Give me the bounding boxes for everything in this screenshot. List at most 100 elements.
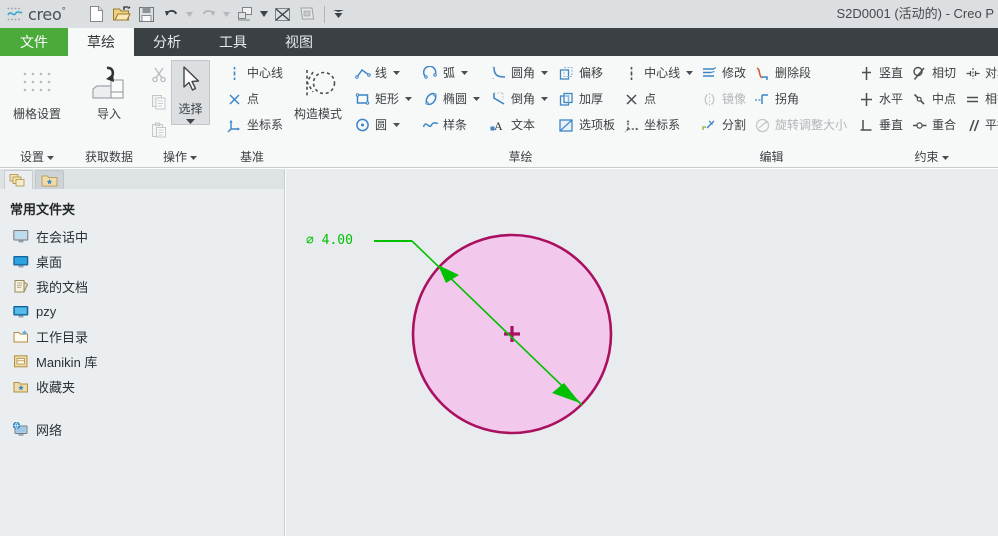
line-button[interactable]: 线	[350, 60, 418, 86]
customize-qat-icon[interactable]	[330, 3, 346, 25]
rectangle-dropdown-icon[interactable]	[403, 97, 414, 101]
nav-item-in-session[interactable]: 在会话中	[0, 224, 284, 249]
ellipse-dropdown-icon[interactable]	[471, 97, 482, 101]
symmetric-constraint-button[interactable]: 对称	[960, 60, 998, 86]
ribbon-group-settings-label[interactable]: 设置	[0, 150, 74, 167]
perpendicular-constraint-button[interactable]: 垂直	[854, 112, 907, 138]
sketch-point-button[interactable]: 点	[619, 86, 699, 112]
datum-column: 中心线 点 坐标系	[222, 60, 287, 138]
close-window-icon[interactable]	[270, 2, 294, 26]
tangent-constraint-label: 相切	[932, 65, 957, 80]
sketch-centerline-label: 中心线	[644, 65, 681, 80]
tab-sketch[interactable]: 草绘	[68, 28, 134, 56]
undo-icon[interactable]	[159, 2, 183, 26]
arc-button[interactable]: 弧	[418, 60, 486, 86]
palette-button[interactable]: 选项板	[554, 112, 619, 138]
copy-button[interactable]	[148, 88, 169, 116]
open-file-icon[interactable]	[109, 2, 133, 26]
nav-item-desktop[interactable]: 桌面	[0, 249, 284, 274]
coordinate-system-icon	[623, 117, 640, 134]
horizontal-constraint-button[interactable]: 水平	[854, 86, 907, 112]
centerline-datum-button[interactable]: 中心线	[222, 60, 287, 86]
nav-item-working-directory[interactable]: 工作目录	[0, 324, 284, 349]
delete-segment-button[interactable]: 删除段	[750, 60, 851, 86]
folder-browser-tab[interactable]	[4, 170, 33, 189]
rotate-resize-button[interactable]: 旋转调整大小	[750, 112, 851, 138]
parallel-constraint-button[interactable]: 平行	[960, 112, 998, 138]
redo-icon[interactable]	[196, 2, 220, 26]
arc-dropdown-icon[interactable]	[459, 71, 470, 75]
ribbon-group-operations-label[interactable]: 操作	[144, 150, 216, 167]
coordinate-system-datum-button[interactable]: 坐标系	[222, 112, 287, 138]
ribbon-group-sketching-label: 草绘	[508, 150, 533, 164]
network-icon	[12, 422, 29, 438]
sketch-canvas[interactable]: ⌀ 4.00	[286, 169, 998, 536]
circle-dropdown-icon[interactable]	[391, 123, 402, 127]
tab-tools[interactable]: 工具	[200, 28, 266, 56]
divide-button[interactable]: 分割	[697, 112, 750, 138]
fillet-dropdown-icon[interactable]	[539, 71, 550, 75]
regenerate-icon[interactable]	[233, 2, 257, 26]
fillet-button[interactable]: 圆角	[486, 60, 554, 86]
select-label: 选择	[178, 102, 203, 116]
redo-dropdown-icon[interactable]	[221, 3, 232, 25]
grid-settings-button[interactable]: 栅格设置	[6, 60, 68, 122]
sketch-coordinate-system-button[interactable]: 坐标系	[619, 112, 699, 138]
save-icon[interactable]	[134, 2, 158, 26]
ribbon-group-construction: 构造模式	[288, 56, 348, 167]
rotate-resize-icon	[754, 117, 771, 134]
ribbon-group-constraints: 竖直 水平 垂直 相切 中点 重合 对 相 平 约束	[850, 56, 998, 167]
select-button[interactable]: 选择	[171, 60, 210, 125]
select-dropdown-icon[interactable]	[186, 119, 195, 124]
nav-item-favorites-label: 收藏夹	[36, 380, 76, 395]
nav-item-network[interactable]: 网络	[0, 417, 284, 442]
tangent-constraint-button[interactable]: 相切	[907, 60, 960, 86]
midpoint-constraint-button[interactable]: 中点	[907, 86, 960, 112]
rectangle-button[interactable]: 矩形	[350, 86, 418, 112]
cut-button[interactable]	[148, 60, 169, 88]
point-datum-button[interactable]: 点	[222, 86, 287, 112]
editing-column-1: 修改 镜像 分割	[697, 60, 750, 138]
nav-item-my-documents[interactable]: 我的文档	[0, 274, 284, 299]
favorites-tab[interactable]	[35, 170, 64, 189]
ribbon-group-constraints-label[interactable]: 约束	[850, 150, 998, 167]
chamfer-icon	[490, 91, 507, 108]
nav-item-favorites[interactable]: 收藏夹	[0, 374, 284, 399]
corner-button[interactable]: 拐角	[750, 86, 851, 112]
navigator-pane: 常用文件夹 在会话中 桌面 我的文档 pzy 工作目录 Manikin 库 收藏…	[0, 169, 285, 536]
line-dropdown-icon[interactable]	[391, 71, 402, 75]
new-file-icon[interactable]	[84, 2, 108, 26]
chamfer-button[interactable]: 倒角	[486, 86, 554, 112]
navigator-tab-strip	[0, 169, 284, 189]
switch-window-icon[interactable]	[295, 2, 319, 26]
diameter-dimension-label[interactable]: ⌀ 4.00	[306, 233, 353, 248]
circle-icon	[354, 117, 371, 134]
paste-button[interactable]	[148, 116, 169, 144]
modify-button[interactable]: 修改	[697, 60, 750, 86]
mirror-button[interactable]: 镜像	[697, 86, 750, 112]
nav-item-manikin-library[interactable]: Manikin 库	[0, 349, 284, 374]
chamfer-dropdown-icon[interactable]	[539, 97, 550, 101]
offset-button[interactable]: 偏移	[554, 60, 619, 86]
nav-item-pzy[interactable]: pzy	[0, 299, 284, 324]
line-label: 线	[375, 65, 388, 80]
constraints-column-1: 竖直 水平 垂直	[854, 60, 907, 138]
sketch-column-4: 偏移 加厚 选项板	[554, 60, 619, 138]
sketch-centerline-button[interactable]: 中心线	[619, 60, 699, 86]
undo-dropdown-icon[interactable]	[184, 3, 195, 25]
regenerate-dropdown-icon[interactable]	[258, 3, 269, 25]
ribbon-group-editing: 修改 镜像 分割 删除段 拐角 旋转调整大小 编辑	[693, 56, 850, 167]
tab-analysis[interactable]: 分析	[134, 28, 200, 56]
text-button[interactable]: A 文本	[486, 112, 554, 138]
import-button[interactable]: 导入	[80, 60, 138, 122]
vertical-constraint-button[interactable]: 竖直	[854, 60, 907, 86]
tab-view[interactable]: 视图	[266, 28, 332, 56]
thicken-button[interactable]: 加厚	[554, 86, 619, 112]
coincident-constraint-button[interactable]: 重合	[907, 112, 960, 138]
equal-constraint-button[interactable]: 相等	[960, 86, 998, 112]
circle-button[interactable]: 圆	[350, 112, 418, 138]
spline-button[interactable]: 样条	[418, 112, 486, 138]
ellipse-button[interactable]: 椭圆	[418, 86, 486, 112]
tab-file[interactable]: 文件	[0, 28, 68, 56]
construction-mode-button[interactable]: 构造模式	[294, 60, 342, 122]
